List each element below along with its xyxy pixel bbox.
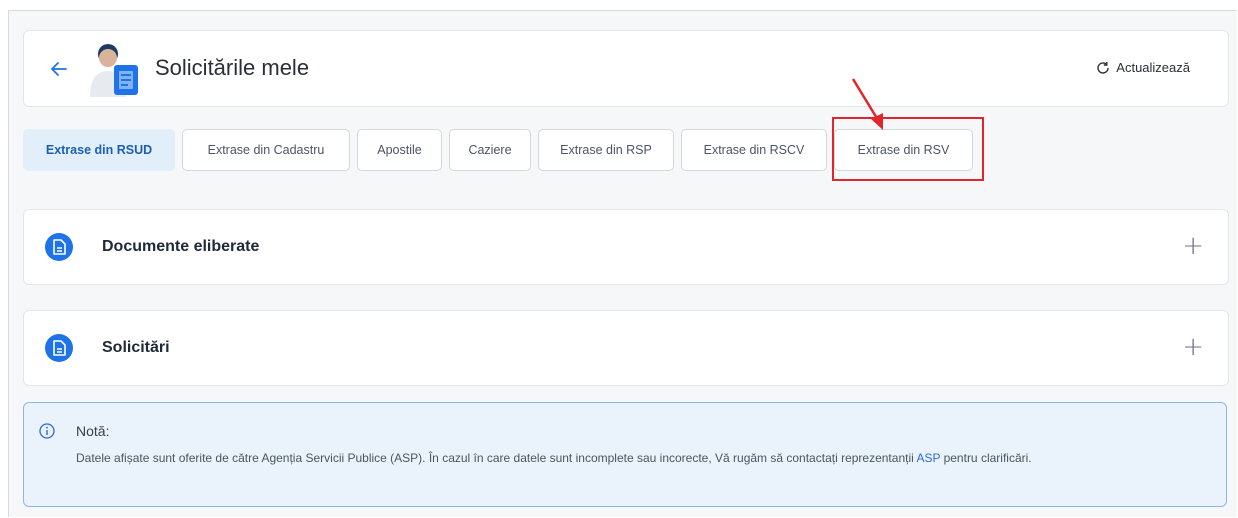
tab-extrase-rscv[interactable]: Extrase din RSCV <box>681 129 827 171</box>
document-icon <box>45 233 73 261</box>
tab-extrase-rsp[interactable]: Extrase din RSP <box>538 129 674 171</box>
note-text: Datele afișate sunt oferite de către Age… <box>76 449 1206 467</box>
refresh-label: Actualizează <box>1116 60 1190 75</box>
note-title: Notă: <box>76 423 110 439</box>
accordion-title: Documente eliberate <box>102 238 260 255</box>
note-text-after: pentru clarificări. <box>940 451 1032 465</box>
tab-apostile[interactable]: Apostile <box>357 129 442 171</box>
tab-bar: Extrase din RSUD Extrase din Cadastru Ap… <box>23 129 973 171</box>
red-arrow-icon <box>851 78 883 130</box>
arrow-left-icon[interactable] <box>48 58 70 80</box>
plus-icon[interactable]: + <box>1182 333 1204 361</box>
header-card: Solicitările mele Actualizează <box>23 30 1229 107</box>
asp-link[interactable]: ASP <box>916 451 940 465</box>
note-text-before: Datele afișate sunt oferite de către Age… <box>76 451 917 465</box>
accordion-solicitari[interactable]: Solicitări + <box>23 310 1229 386</box>
page-title: Solicitările mele <box>155 55 310 80</box>
user-document-icon <box>90 44 138 97</box>
info-note: Notă: Datele afișate sunt oferite de căt… <box>23 402 1227 507</box>
accordion-title: Solicitări <box>102 339 170 356</box>
document-icon <box>45 334 73 362</box>
plus-icon[interactable]: + <box>1182 232 1204 260</box>
accordion-documente-eliberate[interactable]: Documente eliberate + <box>23 209 1229 285</box>
info-icon <box>39 423 55 439</box>
refresh-icon <box>1097 61 1109 74</box>
refresh-button[interactable]: Actualizează <box>1096 60 1190 75</box>
tab-caziere[interactable]: Caziere <box>449 129 531 171</box>
tab-extrase-rsud[interactable]: Extrase din RSUD <box>23 129 175 171</box>
tab-extrase-cadastru[interactable]: Extrase din Cadastru <box>182 129 350 171</box>
